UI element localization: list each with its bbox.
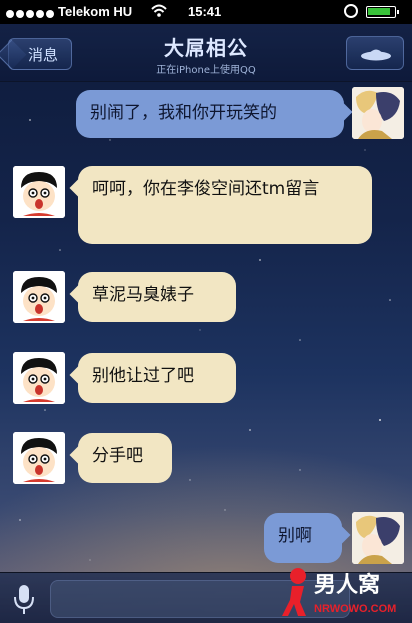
message-text: 别闹了，我和你开玩笑的 xyxy=(90,103,277,123)
message-bubble-incoming[interactable]: 呵呵，你在李俊空间还tm留言 xyxy=(78,166,372,244)
anime-couple-avatar-image xyxy=(352,512,404,564)
my-avatar[interactable] xyxy=(352,512,404,564)
rotation-lock-icon xyxy=(344,4,358,18)
message-bubble-incoming[interactable]: 分手吧 xyxy=(78,433,172,483)
message-text: 分手吧 xyxy=(92,446,143,466)
message-bubble-outgoing[interactable]: 别闹了，我和你开玩笑的 xyxy=(76,90,344,138)
watermark-url: NRWOWO.COM xyxy=(314,603,396,615)
anime-couple-avatar-image xyxy=(352,87,404,139)
battery-icon xyxy=(366,6,399,18)
chat-navbar: 消息 大屌相公 正在iPhone上使用QQ xyxy=(0,24,412,82)
message-bubble-incoming[interactable]: 别他让过了吧 xyxy=(78,353,236,403)
chat-subtitle: 正在iPhone上使用QQ xyxy=(156,65,256,76)
back-button[interactable]: 消息 xyxy=(8,38,72,70)
message-text: 呵呵，你在李俊空间还tm留言 xyxy=(92,179,320,199)
luffy-cartoon-avatar-image xyxy=(13,166,65,218)
message-text: 别啊 xyxy=(278,526,312,546)
luffy-cartoon-avatar-image xyxy=(13,432,65,484)
contact-avatar[interactable] xyxy=(13,352,65,404)
signal-strength-icon xyxy=(6,6,56,18)
message-bubble-outgoing[interactable]: 别啊 xyxy=(264,513,342,563)
contact-avatar[interactable] xyxy=(13,432,65,484)
message-text: 草泥马臭婊子 xyxy=(92,285,194,305)
chat-screen: Telekom HU 15:41 消息 大屌相公 正在iPhone上使用QQ 别… xyxy=(0,0,412,623)
message-text: 别他让过了吧 xyxy=(92,366,194,386)
luffy-cartoon-avatar-image xyxy=(13,352,65,404)
status-bar: Telekom HU 15:41 xyxy=(0,0,412,24)
ufo-icon xyxy=(361,49,391,61)
message-bubble-incoming[interactable]: 草泥马臭婊子 xyxy=(78,272,236,322)
contact-avatar[interactable] xyxy=(13,271,65,323)
more-options-button[interactable] xyxy=(346,36,404,70)
wifi-icon xyxy=(151,4,167,17)
my-avatar[interactable] xyxy=(352,87,404,139)
luffy-cartoon-avatar-image xyxy=(13,271,65,323)
back-button-label: 消息 xyxy=(27,46,58,64)
watermark-brand: 男人窝 xyxy=(314,572,380,598)
microphone-icon[interactable] xyxy=(10,581,38,617)
clock-time: 15:41 xyxy=(188,4,222,19)
site-watermark-logo: 男人窝 NRWOWO.COM xyxy=(282,568,396,616)
running-man-logo-icon xyxy=(282,568,306,616)
carrier-name: Telekom HU xyxy=(58,4,133,19)
contact-avatar[interactable] xyxy=(13,166,65,218)
chat-title: 大屌相公 xyxy=(164,36,248,60)
